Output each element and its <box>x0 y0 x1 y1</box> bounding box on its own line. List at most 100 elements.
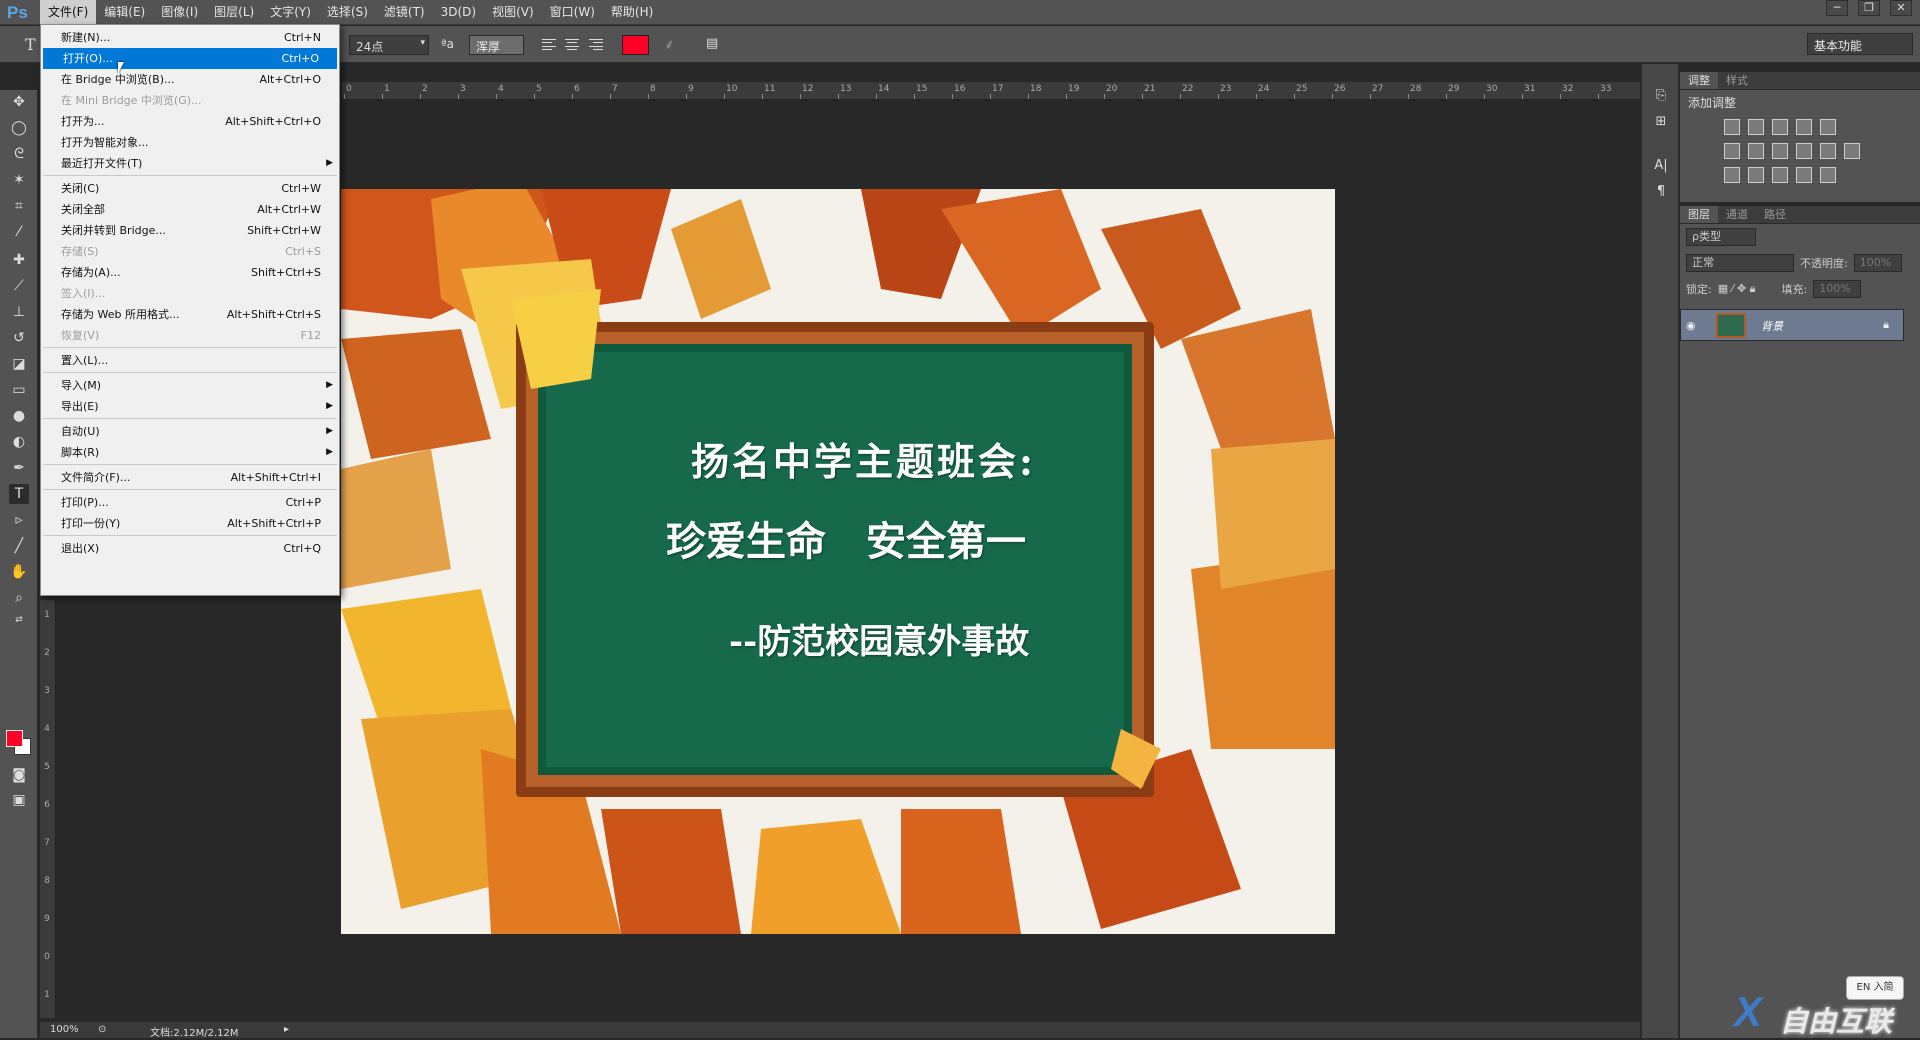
hue-saturation-icon[interactable] <box>1724 143 1740 159</box>
file-menu-item[interactable]: 关闭全部 Alt+Ctrl+W <box>41 199 339 220</box>
antialias-select[interactable]: 浑厚 <box>469 35 524 55</box>
dodge-tool-icon[interactable]: ◐ <box>9 432 29 452</box>
move-tool-icon[interactable]: ✥ <box>9 92 29 112</box>
file-menu-item[interactable]: 打印一份(Y) Alt+Shift+Ctrl+P <box>41 513 339 534</box>
menu-5[interactable]: 选择(S) <box>319 0 376 25</box>
properties-icon[interactable]: ⊞ <box>1651 112 1671 132</box>
file-menu-item[interactable]: 文件简介(F)... Alt+Shift+Ctrl+I <box>41 467 339 488</box>
brightness-icon[interactable] <box>1724 119 1740 135</box>
black-white-icon[interactable] <box>1772 143 1788 159</box>
file-menu-item[interactable]: 最近打开文件(T) ▶ <box>41 153 339 174</box>
color-lookup-icon[interactable] <box>1844 143 1860 159</box>
exposure-icon[interactable] <box>1796 119 1812 135</box>
selective-color-icon[interactable] <box>1796 167 1812 183</box>
tab-paths[interactable]: 路径 <box>1756 206 1794 223</box>
workspace-select[interactable]: 基本功能 <box>1807 33 1913 55</box>
channel-mixer-icon[interactable] <box>1820 143 1836 159</box>
file-menu-item[interactable]: 打开为... Alt+Shift+Ctrl+O <box>41 111 339 132</box>
file-menu-item[interactable]: 打开(O)... Ctrl+O <box>43 48 337 69</box>
menu-7[interactable]: 3D(D) <box>433 0 484 25</box>
menu-4[interactable]: 文字(Y) <box>262 0 319 25</box>
file-menu-item[interactable]: 导出(E) ▶ <box>41 396 339 417</box>
screen-mode-icon[interactable]: ▣ <box>9 790 29 810</box>
menu-10[interactable]: 帮助(H) <box>603 0 661 25</box>
paragraph-icon[interactable]: ¶ <box>1651 182 1671 202</box>
layer-row-background[interactable]: ◉ 背景 🔒︎ <box>1680 309 1904 341</box>
ime-indicator[interactable]: EN 入简 <box>1846 976 1904 1000</box>
posterize-icon[interactable] <box>1748 167 1764 183</box>
marquee-tool-icon[interactable]: ◯ <box>9 118 29 138</box>
healing-brush-icon[interactable]: ✚ <box>9 250 29 270</box>
minimize-button[interactable]: ─ <box>1826 0 1848 16</box>
file-menu-item[interactable]: 在 Bridge 中浏览(B)... Alt+Ctrl+O <box>41 69 339 90</box>
tab-layers[interactable]: 图层 <box>1680 206 1718 223</box>
tab-styles[interactable]: 样式 <box>1718 72 1756 89</box>
opacity-field[interactable]: 100% <box>1853 254 1902 272</box>
menu-0[interactable]: 文件(F) <box>40 0 97 25</box>
quick-mask-icon[interactable]: ◙ <box>9 765 29 785</box>
layer-filter-select[interactable]: ρ类型 <box>1686 228 1756 246</box>
file-menu-item[interactable]: 置入(L)... <box>41 350 339 371</box>
file-menu-item[interactable]: 打开为智能对象... <box>41 132 339 153</box>
type-tool-icon[interactable]: T <box>9 484 29 504</box>
align-left-button[interactable] <box>540 36 558 53</box>
vibrance-icon[interactable] <box>1820 119 1836 135</box>
menu-3[interactable]: 图层(L) <box>206 0 262 25</box>
file-menu-item[interactable]: 打印(P)... Ctrl+P <box>41 492 339 513</box>
warp-text-icon[interactable]: ⸙ <box>664 35 675 54</box>
tab-channels[interactable]: 通道 <box>1718 206 1756 223</box>
menu-6[interactable]: 滤镜(T) <box>376 0 433 25</box>
crop-tool-icon[interactable]: ⌗ <box>9 196 29 216</box>
menu-8[interactable]: 视图(V) <box>484 0 542 25</box>
file-menu-item[interactable]: 关闭(C) Ctrl+W <box>41 178 339 199</box>
file-menu-item[interactable]: 新建(N)... Ctrl+N <box>41 27 339 48</box>
levels-icon[interactable] <box>1748 119 1764 135</box>
status-arrow-icon[interactable]: ▸ <box>284 1024 289 1035</box>
menu-2[interactable]: 图像(I) <box>153 0 206 25</box>
pen-tool-icon[interactable]: ✒ <box>9 458 29 478</box>
zoom-tool-icon[interactable]: ⌕ <box>9 588 29 608</box>
history-brush-icon[interactable]: ↺ <box>9 328 29 348</box>
align-right-button[interactable] <box>587 36 605 53</box>
gradient-map-icon[interactable] <box>1820 167 1836 183</box>
eyedropper-icon[interactable]: ⁄ <box>9 222 29 242</box>
horizontal-ruler[interactable]: 0 1 2 3 4 5 6 7 8 9 10 11 12 13 14 15 16 17 18 19 20 21 22 23 24… <box>342 82 1640 100</box>
lock-icons[interactable]: ▦ ⁄ ✥ 🔒︎ <box>1718 282 1756 296</box>
file-menu-item[interactable]: 退出(X) Ctrl+Q <box>41 538 339 559</box>
eraser-tool-icon[interactable]: ◪ <box>9 354 29 374</box>
restore-button[interactable]: ❐ <box>1858 0 1880 16</box>
file-menu-item[interactable]: 脚本(R) ▶ <box>41 442 339 463</box>
file-menu-item[interactable]: 关闭并转到 Bridge... Shift+Ctrl+W <box>41 220 339 241</box>
text-color-swatch[interactable] <box>622 35 649 55</box>
file-menu-item[interactable]: 自动(U) ▶ <box>41 421 339 442</box>
brush-tool-icon[interactable]: ⟋ <box>9 276 29 296</box>
hand-tool-icon[interactable]: ✋ <box>9 562 29 582</box>
zoom-level[interactable]: 100% <box>50 1024 79 1035</box>
character-icon[interactable]: A| <box>1651 156 1671 176</box>
tab-adjustments[interactable]: 调整 <box>1680 72 1718 89</box>
lasso-tool-icon[interactable]: ᘓ <box>9 144 29 164</box>
line-tool-icon[interactable]: ╱ <box>9 536 29 556</box>
swap-colors-icon[interactable]: ⇄ <box>9 610 29 630</box>
blend-mode-select[interactable]: 正常 <box>1686 254 1794 272</box>
vertical-ruler[interactable]: 1 2 3 4 5 6 7 8 9 0 1 <box>40 600 56 1018</box>
invert-icon[interactable] <box>1724 167 1740 183</box>
color-balance-icon[interactable] <box>1748 143 1764 159</box>
magic-wand-icon[interactable]: ✶ <box>9 170 29 190</box>
align-center-button[interactable] <box>563 36 581 53</box>
curves-icon[interactable] <box>1772 119 1788 135</box>
blur-tool-icon[interactable]: ● <box>9 406 29 426</box>
menu-1[interactable]: 编辑(E) <box>96 0 153 25</box>
document-canvas[interactable]: 扬名中学主题班会: 珍爱生命 安全第一 --防范校园意外事故 <box>341 189 1335 934</box>
history-icon[interactable]: ⎘ <box>1651 86 1671 106</box>
eye-icon[interactable]: ◉ <box>1686 319 1696 332</box>
threshold-icon[interactable] <box>1772 167 1788 183</box>
fill-field[interactable]: 100% <box>1813 280 1862 298</box>
close-button[interactable]: ✕ <box>1890 0 1912 16</box>
status-info-icon[interactable]: ⊙ <box>98 1024 106 1035</box>
menu-9[interactable]: 窗口(W) <box>542 0 603 25</box>
file-menu-item[interactable]: 导入(M) ▶ <box>41 375 339 396</box>
text-tool-icon[interactable]: T <box>25 35 36 54</box>
foreground-color[interactable] <box>6 730 23 747</box>
character-panel-icon[interactable]: ▤ <box>706 36 718 51</box>
